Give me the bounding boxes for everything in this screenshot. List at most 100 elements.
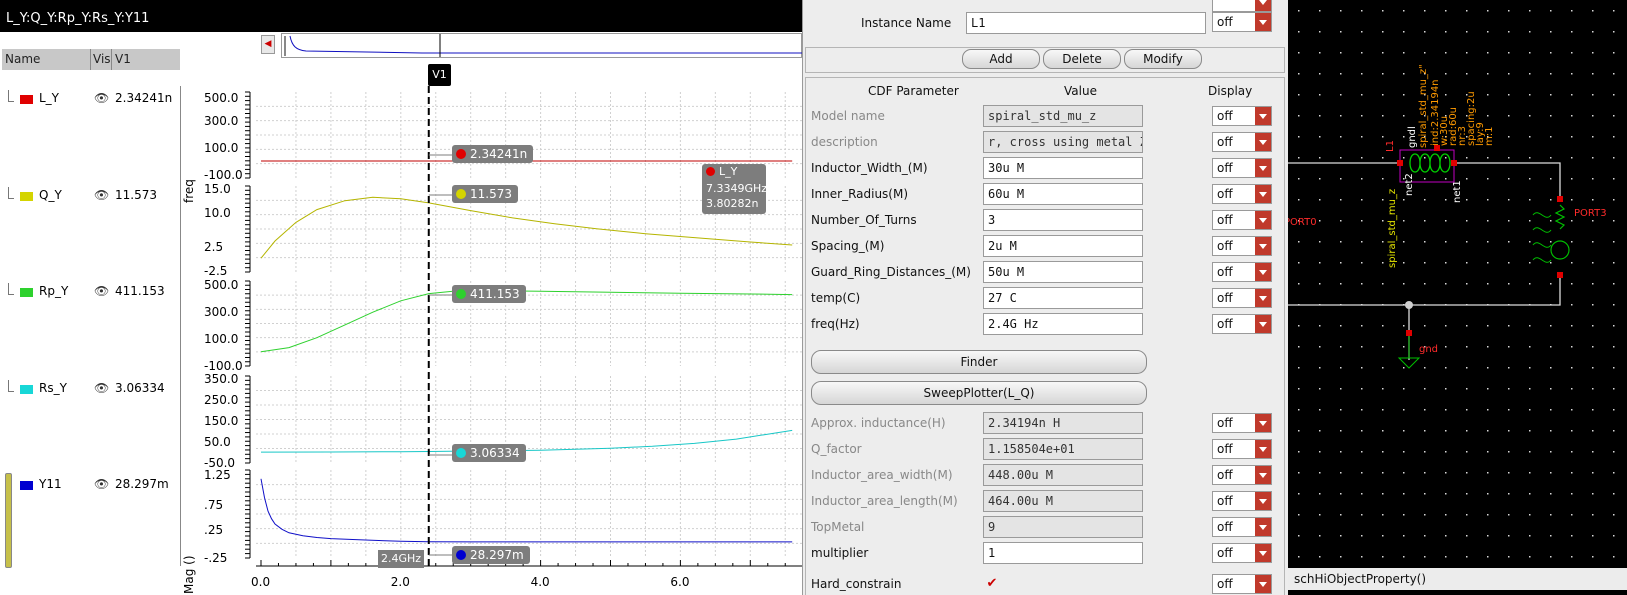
point-marker-value: 3.80282n [706,197,759,210]
marker-value: 411.153 [470,287,520,301]
model-top-label: spiral_std_mu_z" [1418,64,1429,148]
param-label: Approx. inductance(H) [811,416,946,430]
marker-y11[interactable]: 28.297m [452,546,530,564]
y-tick-label: 300.0 [204,305,238,319]
point-marker-l-y[interactable]: L_Y 7.3349GHz 3.80282n [702,164,767,214]
y-tick-label: 500.0 [204,278,238,292]
param-value-field: 464.00u M [983,490,1143,512]
param-display-select[interactable]: off [1212,314,1272,334]
gndl-label: gndl [1407,126,1418,148]
port0-label: PORT0 [1288,217,1317,228]
param-display-select[interactable]: off [1212,543,1272,563]
param-display-select[interactable]: off [1212,132,1272,152]
display-value: off [1217,187,1233,201]
marker-value: 28.297m [470,548,524,562]
point-marker-name: L_Y [719,165,738,178]
display-value: off [1217,317,1233,331]
overview-scrollbar[interactable] [281,33,802,58]
column-cdf-parameter: CDF Parameter [868,84,959,98]
hard-constrain-checkbox[interactable]: ✔ [985,577,999,591]
param-display-select[interactable]: off [1212,184,1272,204]
marker-value: 3.06334 [470,446,520,460]
param-display-select[interactable]: off [1212,262,1272,282]
x-tick-label: 6.0 [670,575,689,589]
param-display-select[interactable]: off [1212,465,1272,485]
marker-rp-y[interactable]: 411.153 [452,285,526,303]
marker-q-y[interactable]: 11.573 [452,185,518,203]
waveform-plot[interactable]: 500.0300.0100.0-100.015.010.02.5-2.5500.… [0,58,802,595]
cursor-label[interactable]: V1 [428,64,451,86]
param-value-field[interactable]: 60u M [983,183,1143,205]
instance-label: L1 [1385,140,1396,152]
x-tick-label: 2.0 [391,575,410,589]
param-display-select[interactable]: off [1212,491,1272,511]
y-tick-label: -100.0 [204,168,243,182]
schematic-canvas[interactable]: PORT0 PORT3 gnd L1 spiral_std_mu_z spira… [1288,0,1627,595]
y-tick-label: 50.0 [204,435,231,449]
param-display-select[interactable]: off [1212,210,1272,230]
param-value-field[interactable]: 30u M [983,157,1143,179]
cursor-x-label: 2.4GHz [378,550,424,568]
instance-name-field[interactable]: L1 [966,12,1206,34]
marker-l-y[interactable]: 2.34241n [452,145,534,163]
param-label: Q_factor [811,442,862,456]
param-value-field: 448.00u M [983,464,1143,486]
y-tick-label: 2.5 [204,240,223,254]
param-label: temp(C) [811,291,861,305]
marker-rs-y[interactable]: 3.06334 [452,444,526,462]
param-value-field[interactable]: 1 [983,542,1143,564]
param-value-field[interactable]: 27 C [983,287,1143,309]
y-tick-label: .75 [204,498,223,512]
param-label: Inductor_Width_(M) [811,161,928,175]
display-value: off [1217,416,1233,430]
display-value: off [1217,213,1233,227]
param-display-select[interactable]: off [1212,106,1272,126]
param-label: Inner_Radius(M) [811,187,909,201]
param-label: Spacing_(M) [811,239,885,253]
model-vertical-label: spiral_std_mu_z [1387,189,1398,268]
sweepplotter-button[interactable]: SweepPlotter(L_Q) [811,381,1147,405]
param-value-field[interactable]: 2.4G Hz [983,313,1143,335]
display-value: off [1217,546,1233,560]
instance-display-select[interactable]: off [1212,12,1272,32]
finder-button[interactable]: Finder [811,350,1147,374]
y-tick-label: -100.0 [204,359,243,373]
display-value: off [1217,161,1233,175]
marker-value: 11.573 [470,187,512,201]
x-tick-label: 4.0 [531,575,550,589]
y-tick-label: 350.0 [204,372,238,386]
column-display: Display [1208,84,1253,98]
param-label: description [811,135,878,149]
param-display-select[interactable]: off [1212,158,1272,178]
param-value-field: r, cross using metal Z) [983,131,1143,153]
param-value-field: 2.34194n H [983,412,1143,434]
param-label: freq(Hz) [811,317,860,331]
modify-button[interactable]: Modify [1124,49,1202,69]
display-value: off [1217,239,1233,253]
instance-param-label: m:1 [1484,127,1495,146]
delete-button[interactable]: Delete [1043,49,1121,69]
param-value-field[interactable]: 3 [983,209,1143,231]
param-value-field[interactable]: 50u M [983,261,1143,283]
display-value: off [1217,494,1233,508]
status-bar: schHiObjectProperty() [1288,568,1627,590]
edit-object-properties-form: Instance Name L1 off Add Delete Modify C… [802,0,1289,595]
param-display-select[interactable]: off [1212,288,1272,308]
param-display-select[interactable]: off [1212,236,1272,256]
y-tick-label: 15.0 [204,182,231,196]
param-value-field: 9 [983,516,1143,538]
display-select-top[interactable] [1212,0,1272,12]
param-label: TopMetal [811,520,865,534]
param-display-select[interactable]: off [1212,413,1272,433]
param-value-field[interactable]: 2u M [983,235,1143,257]
param-display-select[interactable]: off [1212,439,1272,459]
gnd-label: gnd [1419,344,1438,355]
schematic-drawing[interactable]: PORT0 PORT3 gnd L1 spiral_std_mu_z spira… [1288,0,1627,595]
scroll-left-button[interactable]: ◀ [261,35,275,54]
add-button[interactable]: Add [962,49,1040,69]
hard-constrain-display-select[interactable]: off [1212,574,1272,594]
y-tick-label: 100.0 [204,141,238,155]
instance-name-label: Instance Name [861,16,952,30]
y-tick-label: 500.0 [204,91,238,105]
param-display-select[interactable]: off [1212,517,1272,537]
